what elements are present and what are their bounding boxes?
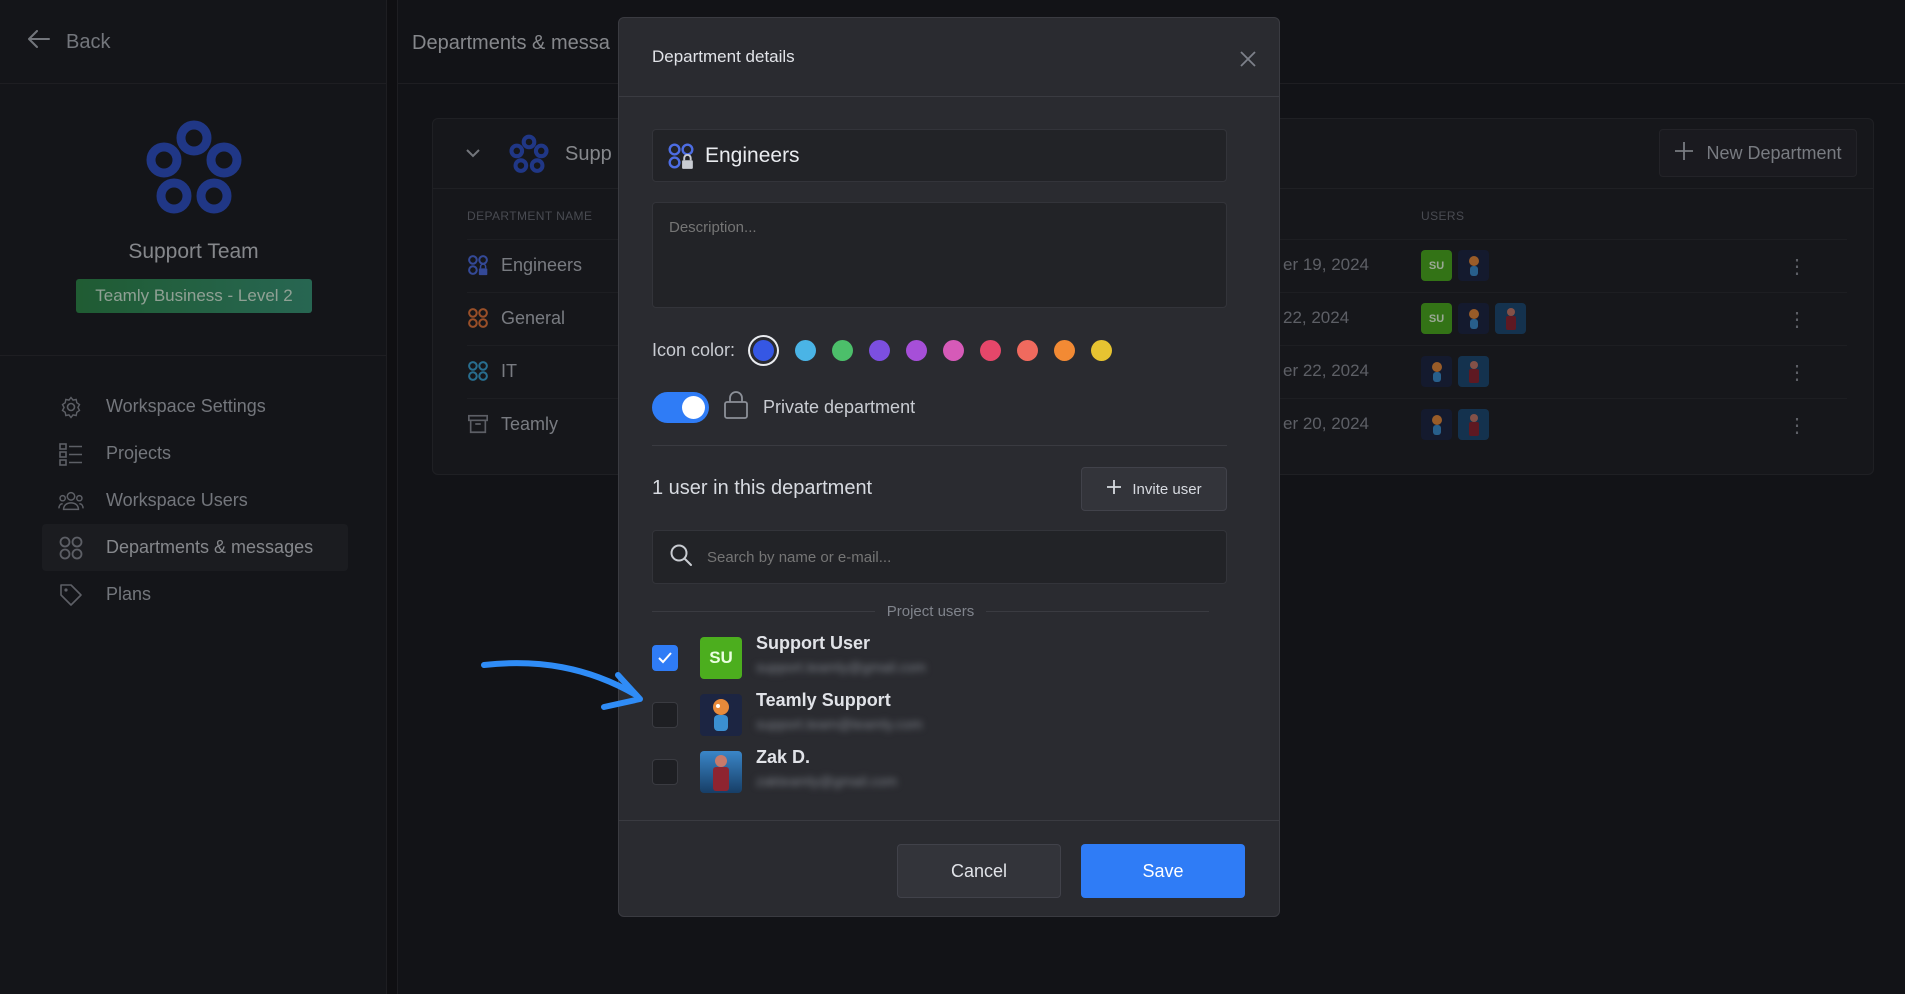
user-count: 1 user in this department: [652, 477, 873, 499]
close-icon[interactable]: [1239, 44, 1257, 75]
department-lock-icon: [668, 143, 694, 169]
user-checkbox[interactable]: [652, 645, 678, 671]
department-name-input[interactable]: [705, 143, 1225, 168]
color-swatch[interactable]: [832, 340, 854, 361]
private-department-row: Private department: [652, 390, 915, 425]
divider: [652, 445, 1227, 446]
user-name: Support User: [756, 633, 871, 653]
icon-color-picker: Icon color:: [652, 340, 1128, 361]
user-name: Teamly Support: [756, 690, 891, 710]
color-swatch[interactable]: [906, 340, 928, 361]
color-swatch[interactable]: [1091, 340, 1113, 361]
department-name-field[interactable]: [652, 129, 1227, 182]
avatar: [700, 751, 742, 793]
user-email: zakteamly@gmail.com: [756, 773, 898, 789]
private-toggle[interactable]: [652, 392, 709, 423]
project-users-separator: Project users: [652, 603, 1210, 620]
color-swatch[interactable]: [795, 340, 817, 361]
invite-user-button[interactable]: Invite user: [1081, 467, 1227, 511]
color-swatch[interactable]: [980, 340, 1002, 361]
lock-icon: [723, 390, 749, 425]
section-label: Project users: [886, 603, 975, 620]
plus-icon: [1106, 479, 1122, 499]
annotation-arrow-icon: [481, 660, 643, 710]
avatar: [700, 694, 742, 736]
department-details-dialog: Department details Icon color: Private d…: [618, 17, 1280, 917]
search-input[interactable]: [707, 548, 1207, 566]
avatar: SU: [700, 637, 742, 679]
user-email: support.team@teamly.com: [756, 716, 923, 732]
dialog-footer: Cancel Save: [619, 820, 1279, 917]
list-item[interactable]: Zak D. zakteamly@gmail.com: [652, 747, 1212, 795]
description-field[interactable]: [652, 202, 1227, 308]
user-checkbox[interactable]: [652, 759, 678, 785]
user-search-field[interactable]: [652, 530, 1227, 584]
color-swatch[interactable]: [1017, 340, 1039, 361]
list-item[interactable]: Teamly Support support.team@teamly.com: [652, 690, 1212, 738]
user-email: support.teamly@gmail.com: [756, 659, 926, 675]
cancel-button[interactable]: Cancel: [897, 844, 1061, 898]
toggle-knob: [682, 396, 705, 419]
color-swatch[interactable]: [943, 340, 965, 361]
icon-color-label: Icon color:: [652, 340, 736, 360]
color-swatch[interactable]: [1054, 340, 1076, 361]
list-item[interactable]: SU Support User support.teamly@gmail.com: [652, 633, 1212, 681]
private-department-label: Private department: [763, 397, 916, 417]
color-swatches: [747, 340, 1128, 361]
dialog-title: Department details: [652, 47, 795, 66]
invite-user-label: Invite user: [1132, 480, 1202, 498]
check-icon: [658, 652, 672, 664]
user-checkbox[interactable]: [652, 702, 678, 728]
color-swatch[interactable]: [753, 340, 775, 361]
search-icon: [669, 543, 693, 572]
dialog-header: Department details: [619, 18, 1279, 97]
save-button[interactable]: Save: [1081, 844, 1245, 898]
color-swatch[interactable]: [869, 340, 891, 361]
user-name: Zak D.: [756, 747, 811, 767]
